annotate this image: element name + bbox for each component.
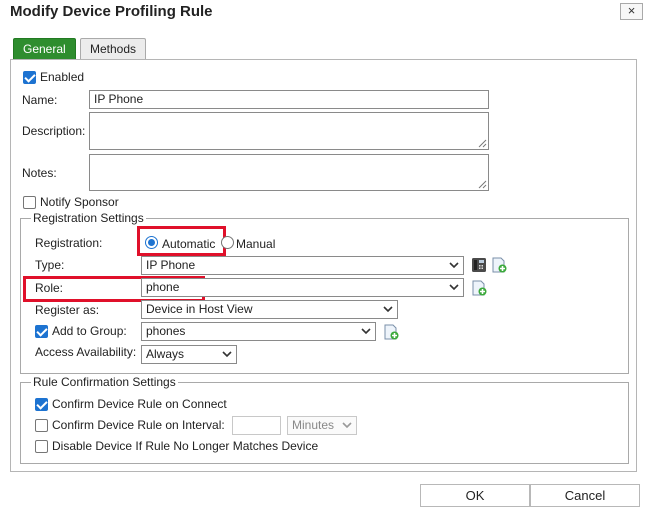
type-select-value: IP Phone — [146, 258, 196, 272]
confirm-on-interval-checkbox[interactable] — [35, 419, 48, 432]
access-availability-label: Access Availability: — [35, 345, 137, 359]
notes-label: Notes: — [22, 166, 57, 180]
rule-confirmation-legend: Rule Confirmation Settings — [31, 375, 178, 389]
confirm-on-connect-checkbox[interactable] — [35, 398, 48, 411]
add-to-group-select[interactable]: phones — [141, 322, 376, 341]
enabled-checkbox[interactable] — [23, 71, 36, 84]
chevron-down-icon — [449, 284, 459, 291]
resize-grip-icon[interactable] — [477, 179, 487, 189]
role-label: Role: — [35, 281, 64, 295]
notes-textarea[interactable] — [89, 154, 489, 191]
chevron-down-icon — [449, 262, 459, 269]
phone-icon — [472, 258, 486, 272]
chevron-down-icon — [342, 422, 352, 429]
close-button[interactable]: × — [620, 3, 643, 20]
cancel-button[interactable]: Cancel — [530, 484, 640, 507]
tab-methods[interactable]: Methods — [80, 38, 147, 60]
automatic-radio[interactable] — [145, 236, 158, 249]
add-to-group-checkbox[interactable] — [35, 325, 48, 338]
role-select[interactable]: phone — [141, 278, 464, 297]
registration-settings-legend: Registration Settings — [31, 211, 146, 225]
description-label: Description: — [22, 124, 86, 138]
disable-device-label: Disable Device If Rule No Longer Matches… — [52, 439, 319, 453]
chevron-down-icon — [222, 351, 232, 358]
notify-sponsor-checkbox[interactable] — [23, 196, 36, 209]
interval-unit-value: Minutes — [292, 418, 335, 432]
register-as-label: Register as: — [35, 303, 100, 317]
add-new-icon[interactable] — [383, 324, 399, 340]
add-new-icon[interactable] — [491, 257, 507, 273]
manual-radio[interactable] — [221, 236, 234, 249]
register-as-select[interactable]: Device in Host View — [141, 300, 398, 319]
enabled-label: Enabled — [40, 70, 85, 84]
general-panel: Enabled Name: IP Phone Description: Note… — [10, 59, 637, 472]
disable-device-checkbox[interactable] — [35, 440, 48, 453]
name-input[interactable]: IP Phone — [89, 90, 489, 109]
confirm-on-connect-label: Confirm Device Rule on Connect — [52, 397, 227, 411]
add-to-group-select-value: phones — [146, 324, 186, 338]
interval-input[interactable] — [232, 416, 281, 435]
confirm-on-interval-label: Confirm Device Rule on Interval: — [52, 418, 225, 432]
access-availability-select-value: Always — [146, 347, 185, 361]
automatic-label: Automatic — [162, 237, 216, 251]
access-availability-select[interactable]: Always — [141, 345, 237, 364]
description-textarea[interactable] — [89, 112, 489, 150]
interval-unit-select[interactable]: Minutes — [287, 416, 357, 435]
chevron-down-icon — [361, 328, 371, 335]
register-as-select-value: Device in Host View — [146, 302, 253, 316]
chevron-down-icon — [383, 306, 393, 313]
add-to-group-label: Add to Group: — [52, 324, 127, 338]
close-icon: × — [627, 3, 636, 18]
ok-button[interactable]: OK — [420, 484, 530, 507]
notify-sponsor-label: Notify Sponsor — [40, 195, 119, 209]
tab-general[interactable]: General — [13, 38, 76, 60]
dialog-title: Modify Device Profiling Rule — [10, 3, 213, 20]
registration-label: Registration: — [35, 236, 103, 250]
role-select-value: phone — [146, 280, 180, 294]
type-label: Type: — [35, 258, 65, 272]
name-label: Name: — [22, 93, 58, 107]
manual-label: Manual — [236, 237, 276, 251]
resize-grip-icon[interactable] — [477, 138, 487, 148]
type-select[interactable]: IP Phone — [141, 256, 464, 275]
add-new-icon[interactable] — [471, 280, 487, 296]
